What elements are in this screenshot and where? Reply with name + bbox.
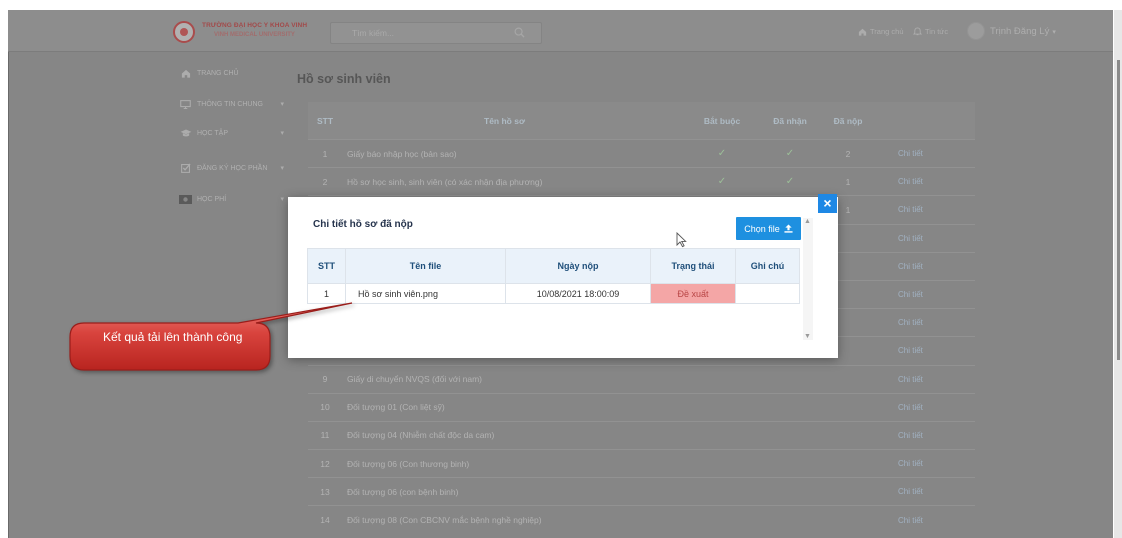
close-button[interactable]: × [818, 194, 837, 213]
files-table-body: 1 Hồ sơ sinh viên.png 10/08/2021 18:00:09 Đ… [308, 283, 799, 303]
files-table-header: STT Tên file Ngày nộp Trạng thái Ghi chú [308, 249, 799, 283]
scroll-down-icon[interactable]: ▼ [804, 333, 811, 340]
scroll-up-icon[interactable]: ▲ [804, 218, 811, 225]
files-header-stt: STT [308, 249, 346, 283]
mouse-cursor-icon [676, 231, 687, 248]
upload-icon [784, 224, 793, 233]
modal-scrollbar[interactable]: ▲ ▼ [803, 218, 813, 340]
modal-title: Chi tiết hồ sơ đã nộp [313, 219, 413, 230]
status-badge: Đề xuất [651, 284, 736, 303]
file-name[interactable]: Hồ sơ sinh viên.png [346, 284, 506, 303]
files-table: STT Tên file Ngày nộp Trạng thái Ghi chú 1 Hồ… [307, 248, 800, 304]
files-header-note: Ghi chú [750, 261, 785, 271]
file-row: 1 Hồ sơ sinh viên.png 10/08/2021 18:00:09 Đ… [308, 283, 799, 303]
file-note [736, 284, 799, 303]
files-header-status: Trạng thái [651, 249, 736, 283]
files-header-file-name: Tên file [346, 249, 506, 283]
files-header-date: Ngày nộp [506, 249, 651, 283]
page-scrollbar-thumb[interactable] [1117, 60, 1120, 360]
choose-file-label: Chọn file [744, 223, 780, 234]
callout-text: Kết quả tải lên thành công [103, 330, 243, 344]
file-submitted-at: 10/08/2021 18:00:09 [506, 284, 651, 303]
choose-file-button[interactable]: Chọn file [736, 217, 801, 240]
